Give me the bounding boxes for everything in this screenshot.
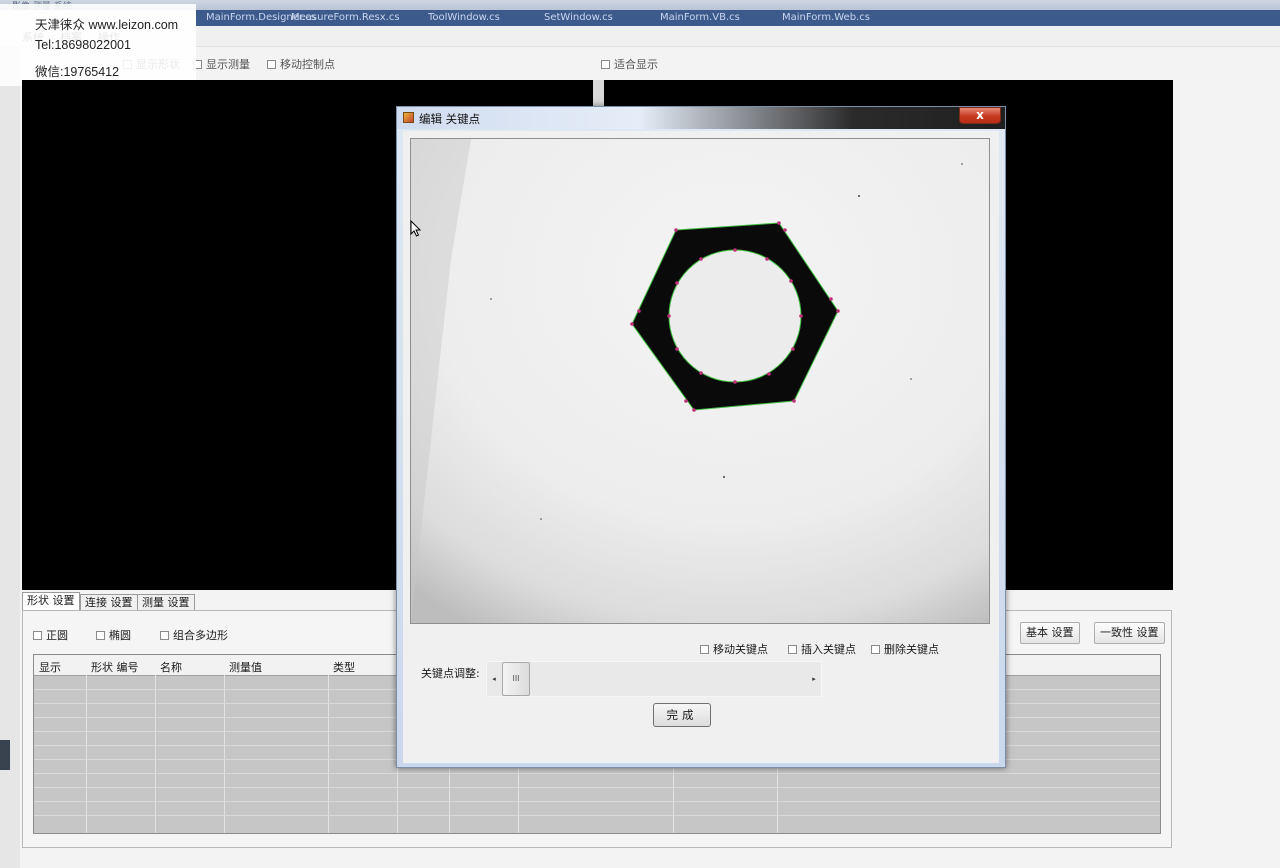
delete-keypoint-label: 删除关键点 — [884, 643, 939, 656]
app-icon — [403, 112, 414, 123]
checkbox-box[interactable] — [788, 644, 797, 654]
table-row[interactable] — [34, 773, 1160, 774]
background-tab[interactable]: ToolWindow.cs — [428, 12, 500, 26]
insert-keypoint-label: 插入关键点 — [801, 643, 856, 656]
background-tab[interactable]: MainForm.Web.cs — [782, 12, 870, 26]
watermark: 天津徕众 www.leizon.com Tel:18698022001 微信:1… — [0, 4, 196, 86]
watermark-tel: Tel:18698022001 — [35, 38, 131, 52]
column-header[interactable]: 形状 编号 — [91, 659, 139, 675]
background-editor-tabs: MainForm.Designer.cs MeasureForm.Resx.cs… — [196, 10, 1280, 26]
basic-settings-button[interactable]: 基本 设置 — [1020, 622, 1080, 644]
scroll-left-arrow-icon[interactable]: ◂ — [489, 671, 499, 687]
background-tab[interactable]: MainForm.VB.cs — [660, 12, 740, 26]
table-row[interactable] — [34, 787, 1160, 788]
close-button[interactable]: x — [959, 107, 1001, 124]
scroll-right-arrow-icon[interactable]: ▸ — [809, 671, 819, 687]
tab-connection-settings[interactable]: 连接 设置 — [80, 594, 138, 611]
column-header[interactable]: 测量值 — [229, 659, 262, 675]
circle-label: 正圆 — [46, 629, 68, 642]
table-row[interactable] — [34, 801, 1160, 802]
column-header[interactable]: 名称 — [160, 659, 182, 675]
tab-measure-settings[interactable]: 测量 设置 — [137, 594, 195, 611]
fit-display-label: 适合显示 — [614, 58, 658, 71]
dialog-titlebar[interactable]: 编辑 关键点 x — [397, 107, 1005, 129]
background-tab[interactable]: MeasureForm.Resx.cs — [291, 12, 400, 26]
show-measure-checkbox[interactable]: 显示测量 — [193, 56, 250, 72]
ellipse-checkbox[interactable]: 椭圆 — [96, 627, 131, 643]
checkbox-box[interactable] — [267, 59, 276, 69]
mouse-cursor-icon — [410, 220, 422, 237]
table-row[interactable] — [34, 815, 1160, 816]
checkbox-box[interactable] — [601, 59, 610, 69]
checkbox-box[interactable] — [160, 630, 169, 640]
background-tab[interactable]: SetWindow.cs — [544, 12, 613, 26]
move-keypoint-label: 移动关键点 — [713, 643, 768, 656]
checkbox-box[interactable] — [700, 644, 709, 654]
column-header[interactable]: 类型 — [333, 659, 355, 675]
grid-column-line — [224, 675, 225, 833]
grid-column-line — [86, 675, 87, 833]
grid-column-line — [155, 675, 156, 833]
circle-checkbox[interactable]: 正圆 — [33, 627, 68, 643]
move-control-point-checkbox[interactable]: 移动控制点 — [267, 56, 335, 72]
nut-inner-hole[interactable] — [668, 249, 802, 383]
fit-display-checkbox[interactable]: 适合显示 — [601, 56, 658, 72]
grid-column-line — [328, 675, 329, 833]
delete-keypoint-checkbox[interactable]: 删除关键点 — [871, 641, 939, 657]
scrollbar-thumb[interactable]: III — [502, 662, 530, 696]
ellipse-label: 椭圆 — [109, 629, 131, 642]
done-button[interactable]: 完成 — [653, 703, 711, 727]
show-measure-label: 显示测量 — [206, 58, 250, 71]
watermark-wechat: 微信:19765412 — [35, 65, 120, 79]
dialog-title: 编辑 关键点 — [419, 112, 481, 126]
move-keypoint-checkbox[interactable]: 移动关键点 — [700, 641, 768, 657]
dialog-body: 移动关键点 插入关键点 删除关键点 关键点调整: ◂ III ▸ 完成 — [403, 131, 999, 763]
move-control-point-label: 移动控制点 — [280, 58, 335, 71]
grip-icon: III — [512, 674, 520, 683]
close-icon: x — [976, 108, 984, 122]
polygon-label: 组合多边形 — [173, 629, 228, 642]
left-edge-dark-block — [0, 740, 10, 770]
polygon-checkbox[interactable]: 组合多边形 — [160, 627, 228, 643]
edit-keypoints-dialog: 编辑 关键点 x 移动关键点 插入关键点 删除关键点 关键点调整: ◂ III … — [396, 106, 1006, 768]
column-header[interactable]: 显示 — [39, 659, 61, 675]
insert-keypoint-checkbox[interactable]: 插入关键点 — [788, 641, 856, 657]
checkbox-box[interactable] — [96, 630, 105, 640]
tab-shape-settings[interactable]: 形状 设置 — [22, 592, 80, 611]
keypoint-image-canvas[interactable] — [410, 138, 990, 624]
checkbox-box[interactable] — [871, 644, 880, 654]
watermark-company: 天津徕众 www.leizon.com — [35, 18, 179, 32]
checkbox-box[interactable] — [33, 630, 42, 640]
consistency-settings-button[interactable]: 一致性 设置 — [1094, 622, 1165, 644]
keypoint-adjust-label: 关键点调整: — [421, 667, 480, 680]
keypoint-adjust-scrollbar[interactable]: ◂ III ▸ — [486, 661, 822, 697]
nut-image — [411, 139, 989, 623]
